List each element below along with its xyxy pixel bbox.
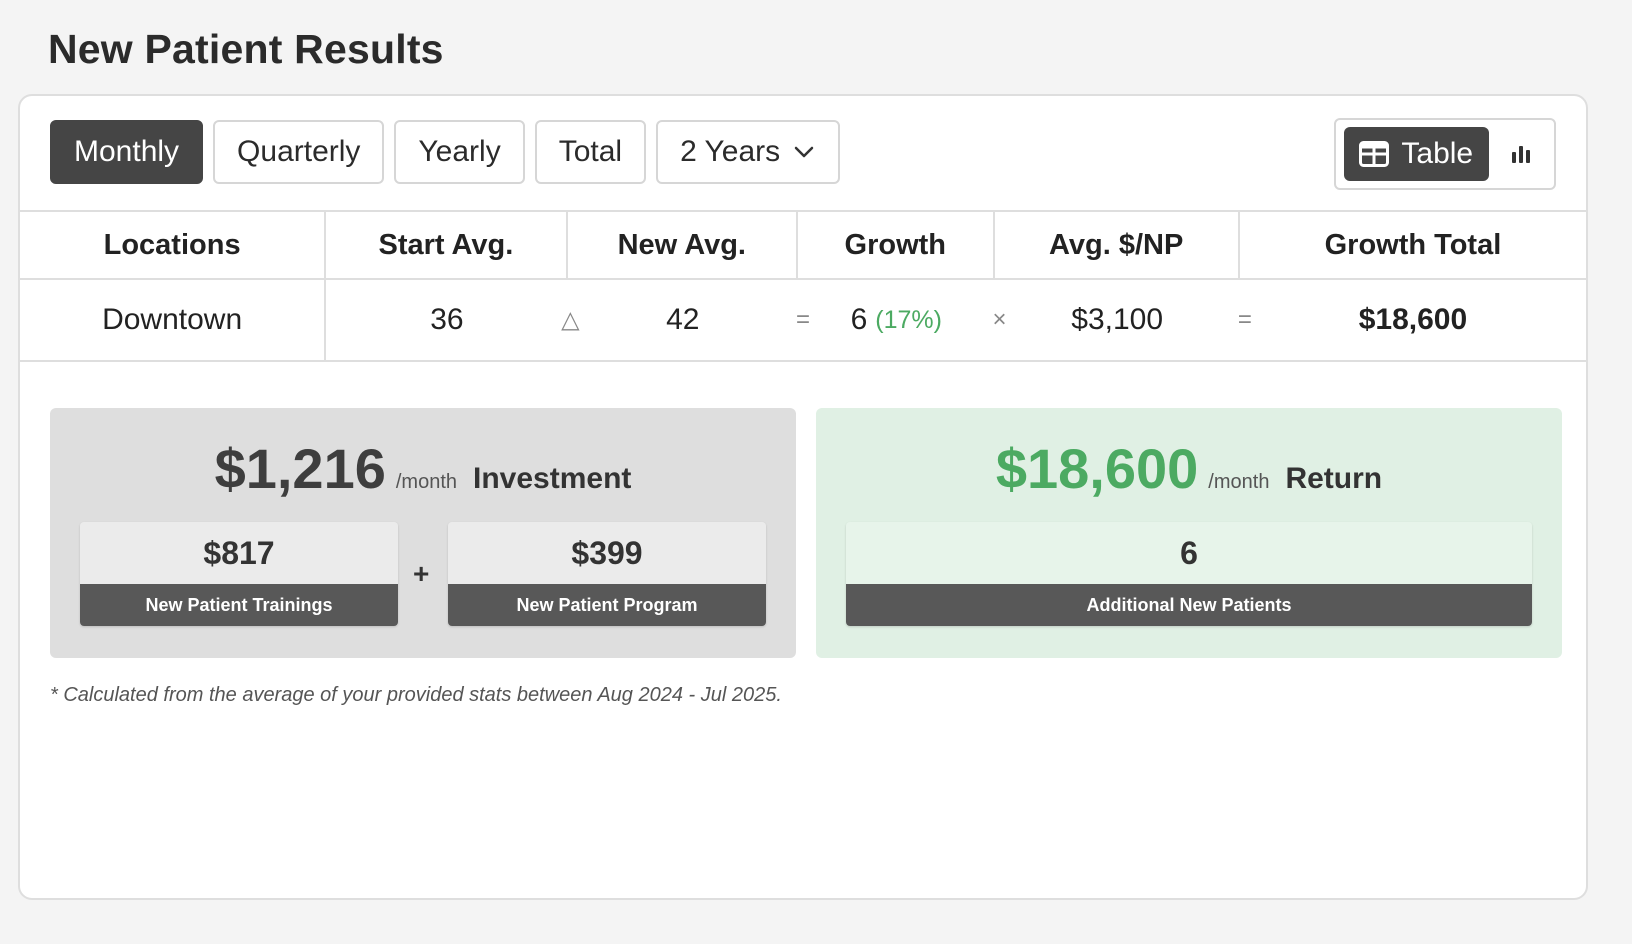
trainings-label: New Patient Trainings [80, 584, 398, 626]
start-avg-cell: 36 △ [326, 280, 579, 360]
column-header-growth: Growth [798, 212, 995, 278]
growth-cell: 6 (17%) × [798, 280, 1007, 360]
plus-operator: + [413, 558, 430, 589]
results-table: Locations Start Avg. New Avg. Growth Avg… [20, 210, 1586, 362]
growth-total-cell: $18,600 [1358, 303, 1468, 336]
column-header-avg-np: Avg. $/NP [995, 212, 1240, 278]
avg-np-value: $3,100 [1071, 303, 1164, 336]
page-title: New Patient Results [48, 26, 444, 72]
return-headline: $18,600 /month Return [816, 436, 1562, 501]
table-view-label: Table [1401, 137, 1474, 170]
period-toolbar: Monthly Quarterly Yearly Total 2 Years [50, 120, 841, 184]
range-select[interactable]: 2 Years [656, 120, 841, 184]
trainings-value: $817 [80, 522, 398, 584]
table-view-button[interactable]: Table [1344, 127, 1489, 181]
table-icon [1359, 141, 1390, 167]
location-cell: Downtown [20, 280, 327, 360]
avg-np-cell: $3,100 = [995, 280, 1252, 360]
investment-label: Investment [473, 462, 632, 495]
growth-value: 6 [850, 303, 868, 336]
patients-value: 6 [846, 522, 1532, 584]
program-value: $399 [448, 522, 766, 584]
results-card: Monthly Quarterly Yearly Total 2 Years T… [18, 94, 1588, 900]
period-monthly-button[interactable]: Monthly [50, 120, 204, 184]
range-select-value: 2 Years [680, 135, 781, 168]
footnote: * Calculated from the average of your pr… [50, 684, 782, 706]
table-header-row: Locations Start Avg. New Avg. Growth Avg… [20, 210, 1586, 280]
column-header-growth-total: Growth Total [1324, 228, 1502, 261]
investment-panel: $1,216 /month Investment $817 New Patien… [50, 408, 796, 658]
new-avg-value: 42 [666, 303, 700, 336]
chevron-down-icon [794, 141, 816, 163]
period-yearly-button[interactable]: Yearly [394, 120, 525, 184]
bar-chart-icon [1511, 144, 1531, 164]
column-header-locations: Locations [20, 212, 327, 278]
start-avg-value: 36 [430, 303, 464, 336]
column-header-start-avg: Start Avg. [326, 212, 568, 278]
investment-per: /month [395, 471, 458, 493]
return-per: /month [1208, 471, 1270, 493]
return-panel: $18,600 /month Return 6 Additional New P… [816, 408, 1562, 658]
patients-box: 6 Additional New Patients [846, 522, 1532, 626]
chart-view-button[interactable] [1497, 127, 1546, 181]
view-toggle: Table [1334, 118, 1556, 190]
period-quarterly-button[interactable]: Quarterly [213, 120, 385, 184]
trainings-box: $817 New Patient Trainings [80, 522, 398, 626]
period-total-button[interactable]: Total [534, 120, 647, 184]
growth-percent: (17%) [875, 305, 942, 334]
program-label: New Patient Program [448, 584, 766, 626]
investment-amount: $1,216 [214, 437, 386, 500]
return-amount: $18,600 [995, 437, 1199, 500]
investment-headline: $1,216 /month Investment [50, 436, 796, 501]
patients-label: Additional New Patients [846, 584, 1532, 626]
table-row: Downtown 36 △ 42 = 6 (17%) × $3,100 = $1… [20, 280, 1586, 362]
column-header-new-avg: New Avg. [568, 212, 799, 278]
new-avg-cell: 42 = [568, 280, 810, 360]
program-box: $399 New Patient Program [448, 522, 766, 626]
return-label: Return [1285, 462, 1383, 495]
